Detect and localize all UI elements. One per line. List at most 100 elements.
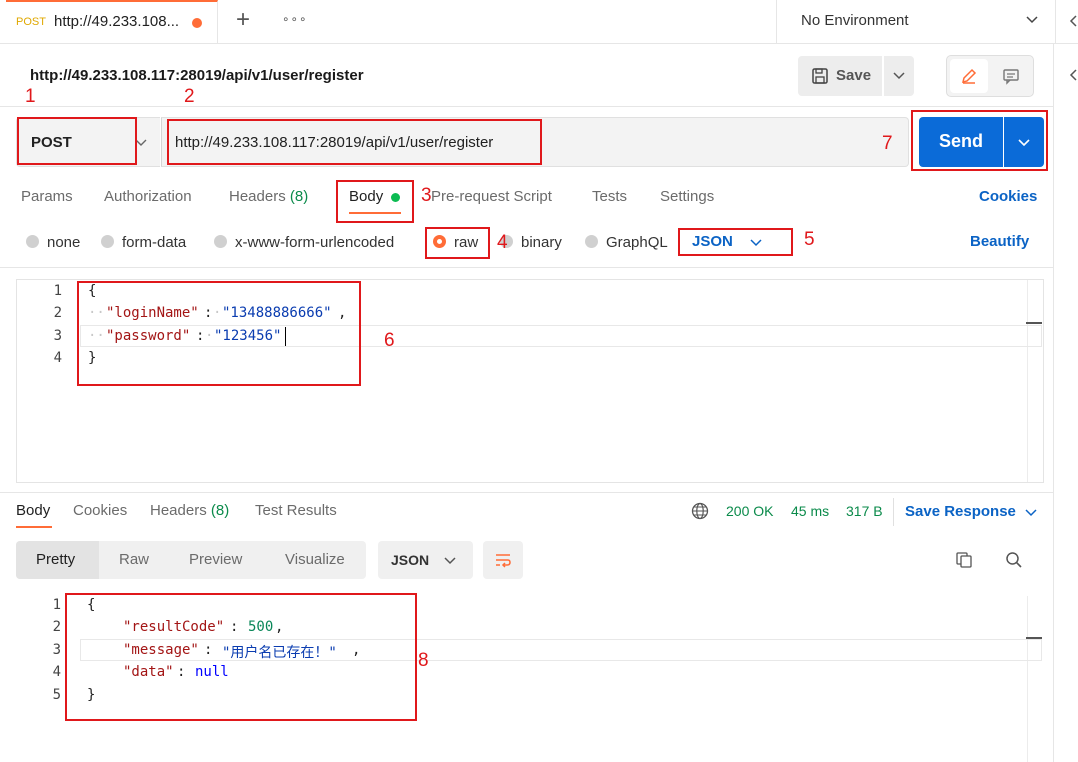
response-headers-label: Headers [150, 502, 207, 519]
radio-none-label: none [47, 234, 81, 251]
status-code[interactable]: 200 OK [726, 503, 773, 519]
right-divider [1053, 44, 1054, 762]
view-visualize-button[interactable]: Visualize [285, 551, 345, 568]
annotation-box-request-body [77, 281, 361, 386]
annotation-box-send [911, 110, 1048, 171]
sidebar-toggle-icon[interactable] [1068, 68, 1078, 82]
annotation-box-json [678, 228, 793, 256]
new-tab-button[interactable]: + [236, 6, 250, 34]
environment-label: No Environment [801, 12, 909, 29]
editor-scroll-marker [1026, 322, 1042, 324]
wrap-lines-icon [496, 554, 511, 568]
save-icon [812, 68, 828, 84]
edit-mode-button[interactable] [950, 59, 988, 93]
tab-params[interactable]: Params [21, 188, 73, 205]
radio-form-data-label: form-data [122, 234, 187, 251]
tab-settings[interactable]: Settings [660, 188, 714, 205]
annotation-label: 6 [384, 330, 395, 351]
tab-url: http://49.233.108... [54, 13, 180, 30]
body-type-divider [0, 267, 1053, 268]
view-raw-button[interactable]: Raw [119, 551, 149, 568]
pencil-icon [961, 68, 977, 84]
radio-urlencoded[interactable]: x-www-form-urlencoded [214, 234, 394, 251]
tab-prerequest-script[interactable]: Pre-request Script [431, 188, 552, 205]
annotation-label: 3 [421, 185, 432, 206]
tab-authorization[interactable]: Authorization [104, 188, 192, 205]
response-tab-cookies[interactable]: Cookies [73, 502, 127, 519]
line-number: 3 [52, 642, 61, 658]
chevron-down-icon [1026, 16, 1038, 24]
line-number: 3 [53, 328, 62, 344]
response-size[interactable]: 317 B [846, 503, 883, 519]
request-tab[interactable]: POST http://49.233.108... [6, 0, 218, 44]
meta-separator [893, 498, 894, 526]
radio-form-data[interactable]: form-data [101, 234, 186, 251]
line-number: 1 [52, 597, 61, 613]
line-number: 2 [53, 305, 62, 321]
radio-icon [214, 235, 227, 248]
radio-icon [26, 235, 39, 248]
radio-icon [101, 235, 114, 248]
tab-tests[interactable]: Tests [592, 188, 627, 205]
tab-method: POST [16, 16, 46, 28]
radio-graphql[interactable]: GraphQL [585, 234, 668, 251]
response-scrollbar[interactable] [1027, 596, 1043, 762]
tab-headers[interactable]: Headers (8) [229, 188, 308, 205]
beautify-link[interactable]: Beautify [970, 233, 1029, 250]
cookies-link[interactable]: Cookies [979, 188, 1037, 205]
radio-urlencoded-label: x-www-form-urlencoded [235, 234, 395, 251]
comments-button[interactable] [992, 59, 1030, 93]
response-headers-count: (8) [210, 502, 230, 519]
chevron-down-icon [1025, 509, 1037, 517]
radio-none[interactable]: none [26, 234, 80, 251]
title-divider [0, 106, 1053, 107]
chevron-down-icon [893, 72, 905, 80]
annotation-label: 8 [418, 650, 429, 671]
view-preview-button[interactable]: Preview [189, 551, 242, 568]
request-title: http://49.233.108.117:28019/api/v1/user/… [30, 67, 364, 84]
annotation-box-url [167, 119, 542, 165]
line-number: 4 [52, 664, 61, 680]
line-number: 1 [53, 283, 62, 299]
annotation-box-method [17, 117, 137, 165]
response-format-label: JSON [391, 552, 430, 568]
comment-icon [1003, 69, 1019, 85]
annotation-label: 1 [25, 86, 36, 107]
response-tab-test-results[interactable]: Test Results [255, 502, 337, 519]
view-pretty-label: Pretty [36, 551, 76, 568]
annotation-box-body-tab [336, 180, 414, 223]
save-options-button[interactable] [884, 56, 914, 96]
environment-selector[interactable]: No Environment [776, 0, 1056, 44]
radio-binary-label: binary [521, 234, 562, 251]
radio-binary[interactable]: binary [500, 234, 562, 251]
response-divider [0, 492, 1053, 493]
editor-scrollbar[interactable] [1027, 280, 1043, 482]
more-tabs-button[interactable]: ∘∘∘ [282, 12, 308, 26]
view-pretty-button[interactable]: Pretty [16, 541, 99, 579]
save-response-button[interactable]: Save Response [905, 502, 1040, 524]
annotation-label: 5 [804, 229, 815, 250]
response-tab-headers[interactable]: Headers (8) [150, 502, 229, 519]
save-label: Save [836, 67, 872, 84]
response-body-underline [16, 526, 52, 528]
chevron-down-icon [444, 557, 456, 565]
line-number: 2 [52, 619, 61, 635]
annotation-label: 4 [497, 232, 508, 253]
wrap-lines-button[interactable] [483, 541, 523, 579]
unsaved-dot-icon [192, 18, 202, 28]
copy-icon[interactable] [955, 551, 973, 569]
response-time[interactable]: 45 ms [791, 503, 829, 519]
annotation-box-raw [425, 227, 490, 259]
radio-graphql-label: GraphQL [606, 234, 668, 251]
line-number: 4 [53, 350, 62, 366]
search-icon[interactable] [1005, 551, 1023, 569]
annotation-box-response-body [65, 593, 417, 721]
collapse-panel-icon[interactable] [1068, 14, 1078, 28]
globe-icon[interactable] [691, 502, 709, 520]
response-tab-body[interactable]: Body [16, 502, 50, 519]
headers-count: (8) [289, 188, 309, 205]
annotation-label: 2 [184, 86, 195, 107]
save-button[interactable]: Save [798, 56, 882, 96]
response-format-selector[interactable]: JSON [378, 541, 473, 579]
tab-headers-label: Headers [229, 188, 286, 205]
